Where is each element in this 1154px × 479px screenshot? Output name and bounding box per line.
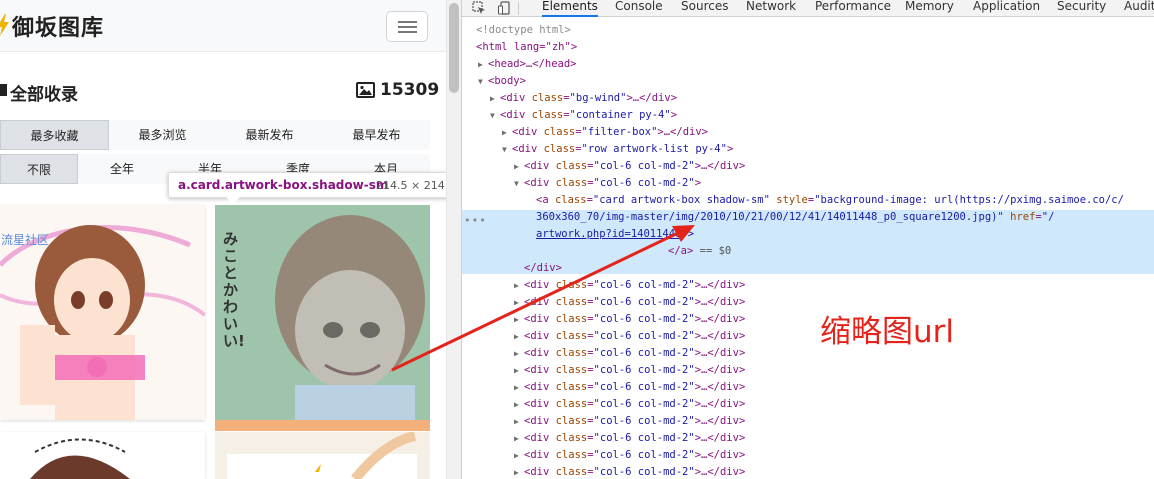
dom-tree: ••• <!doctype html> <html lang="zh"> ▶ <h… [462, 18, 1154, 479]
dom-line-div-container[interactable]: ▼ <div class="container py-4"> [490, 107, 1154, 124]
tab-sources[interactable]: Sources [681, 0, 728, 17]
hamburger-bar-icon [398, 31, 417, 33]
card-padding-strip [215, 420, 430, 431]
annotation-label: 缩略图url [820, 314, 955, 350]
tab-memory[interactable]: Memory [905, 0, 954, 17]
anchor-href-link[interactable]: artwork.php?id=14011448 [536, 228, 681, 240]
time-option-year[interactable]: 全年 [78, 154, 166, 184]
hamburger-bar-icon [398, 21, 417, 23]
tab-application[interactable]: Application [973, 0, 1040, 17]
dom-line-body[interactable]: ▼ <body> [478, 73, 1154, 90]
tab-elements[interactable]: Elements [542, 0, 598, 17]
tooltip-selector: a.card.artwork-box.shadow-sm [178, 178, 389, 192]
devtools-panel: Elements Console Sources Network Perform… [461, 0, 1154, 479]
dom-line-div-col[interactable]: ▶ <div class="col-6 col-md-2">…</div> [514, 447, 1154, 464]
image-icon [356, 82, 375, 98]
tooltip-arrow [226, 197, 240, 204]
page-scrollbar-thumb[interactable] [449, 3, 459, 93]
sort-option-most-favorites[interactable]: 最多收藏 [0, 120, 109, 150]
tab-console[interactable]: Console [615, 0, 663, 17]
artwork-card-inspected[interactable]: みことかわいい! [215, 205, 430, 431]
dom-line-div-col[interactable]: ▶ <div class="col-6 col-md-2">…</div> [514, 158, 1154, 175]
artwork-inline-text: みことかわいい! [223, 230, 245, 350]
tab-performance[interactable]: Performance [815, 0, 891, 17]
dom-line-anchor-href-cont[interactable]: artwork.php?id=14011448"> [536, 226, 1154, 243]
time-option-unlimited[interactable]: 不限 [0, 154, 78, 184]
tooltip-size: 214.5 × 214.5 [376, 179, 446, 192]
dom-line-doctype[interactable]: <!doctype html> [476, 22, 1154, 39]
dom-line-div-bg-wind[interactable]: ▶ <div class="bg-wind">…</div> [490, 90, 1154, 107]
dom-line-div-col[interactable]: ▶ <div class="col-6 col-md-2">…</div> [514, 362, 1154, 379]
dom-line-div-filter-box[interactable]: ▶ <div class="filter-box">…</div> [502, 124, 1154, 141]
sort-filter-row: 最多收藏 最多浏览 最新发布 最早发布 [0, 120, 430, 150]
sort-option-newest[interactable]: 最新发布 [216, 120, 323, 150]
dom-line-div-col[interactable]: ▶ <div class="col-6 col-md-2">…</div> [514, 379, 1154, 396]
hamburger-bar-icon [398, 26, 417, 28]
artwork-count: 15309 [380, 80, 440, 100]
dom-line-div-col[interactable]: ▶ <div class="col-6 col-md-2">…</div> [514, 430, 1154, 447]
inspect-element-icon[interactable] [472, 1, 486, 15]
artwork-thumbnail [227, 432, 417, 479]
navbar-toggle-button[interactable] [386, 11, 428, 42]
artwork-thumbnail [30, 438, 130, 479]
dom-line-anchor-close[interactable]: </a> == $0 [668, 243, 1154, 260]
dom-line-head[interactable]: ▶ <head>…</head> [478, 56, 1154, 73]
page-scrollbar[interactable] [446, 0, 461, 479]
tab-security[interactable]: Security [1057, 0, 1106, 17]
device-toolbar-icon[interactable] [498, 1, 512, 15]
devtools-tabbar: Elements Console Sources Network Perform… [462, 0, 1154, 17]
dom-line-div-artwork-list[interactable]: ▼ <div class="row artwork-list py-4"> [502, 141, 1154, 158]
inspect-element-tooltip: a.card.artwork-box.shadow-sm 214.5 × 214… [168, 172, 446, 198]
dom-line-div-col[interactable]: ▶ <div class="col-6 col-md-2">…</div> [514, 277, 1154, 294]
dom-line-div-close[interactable]: </div> [524, 260, 1154, 277]
site-title[interactable]: 御坂图库 [12, 10, 104, 42]
section-title: 全部收录 [10, 85, 78, 105]
devtools-toolbar-separator [518, 2, 519, 15]
node-actions-ellipsis[interactable]: ••• [464, 214, 487, 227]
lightning-icon [0, 14, 9, 36]
inspect-highlight-overlay [215, 205, 430, 420]
artwork-card[interactable] [0, 432, 205, 479]
artwork-card[interactable] [215, 432, 430, 479]
screenshot-root: 御坂图库 全部收录 15309 最多收藏 最多浏览 最新发布 最早发布 不限 全… [0, 0, 1154, 479]
site-header: 御坂图库 [0, 0, 446, 52]
artwork-watermark: 流星社区 [1, 233, 50, 247]
artwork-card[interactable]: 流星社区 [0, 205, 205, 420]
sort-option-oldest[interactable]: 最早发布 [323, 120, 430, 150]
dom-line-html[interactable]: <html lang="zh"> [476, 39, 1154, 56]
tab-network[interactable]: Network [746, 0, 796, 17]
web-page: 御坂图库 全部收录 15309 最多收藏 最多浏览 最新发布 最早发布 不限 全… [0, 0, 446, 479]
dom-line-div-col[interactable]: ▶ <div class="col-6 col-md-2">…</div> [514, 464, 1154, 479]
tab-audits[interactable]: Audits [1124, 0, 1154, 17]
sort-option-most-views[interactable]: 最多浏览 [109, 120, 216, 150]
dom-line-div-col[interactable]: ▶ <div class="col-6 col-md-2">…</div> [514, 396, 1154, 413]
dom-line-div-col[interactable]: ▶ <div class="col-6 col-md-2">…</div> [514, 413, 1154, 430]
dom-line-anchor-style-cont[interactable]: 360x360_70/img-master/img/2010/10/21/00/… [536, 209, 1154, 226]
bookmark-icon [0, 84, 7, 96]
dom-line-div-col-expanded[interactable]: ▼ <div class="col-6 col-md-2"> [514, 175, 1154, 192]
dom-line-anchor-selected[interactable]: <a class="card artwork-box shadow-sm" st… [536, 192, 1154, 209]
